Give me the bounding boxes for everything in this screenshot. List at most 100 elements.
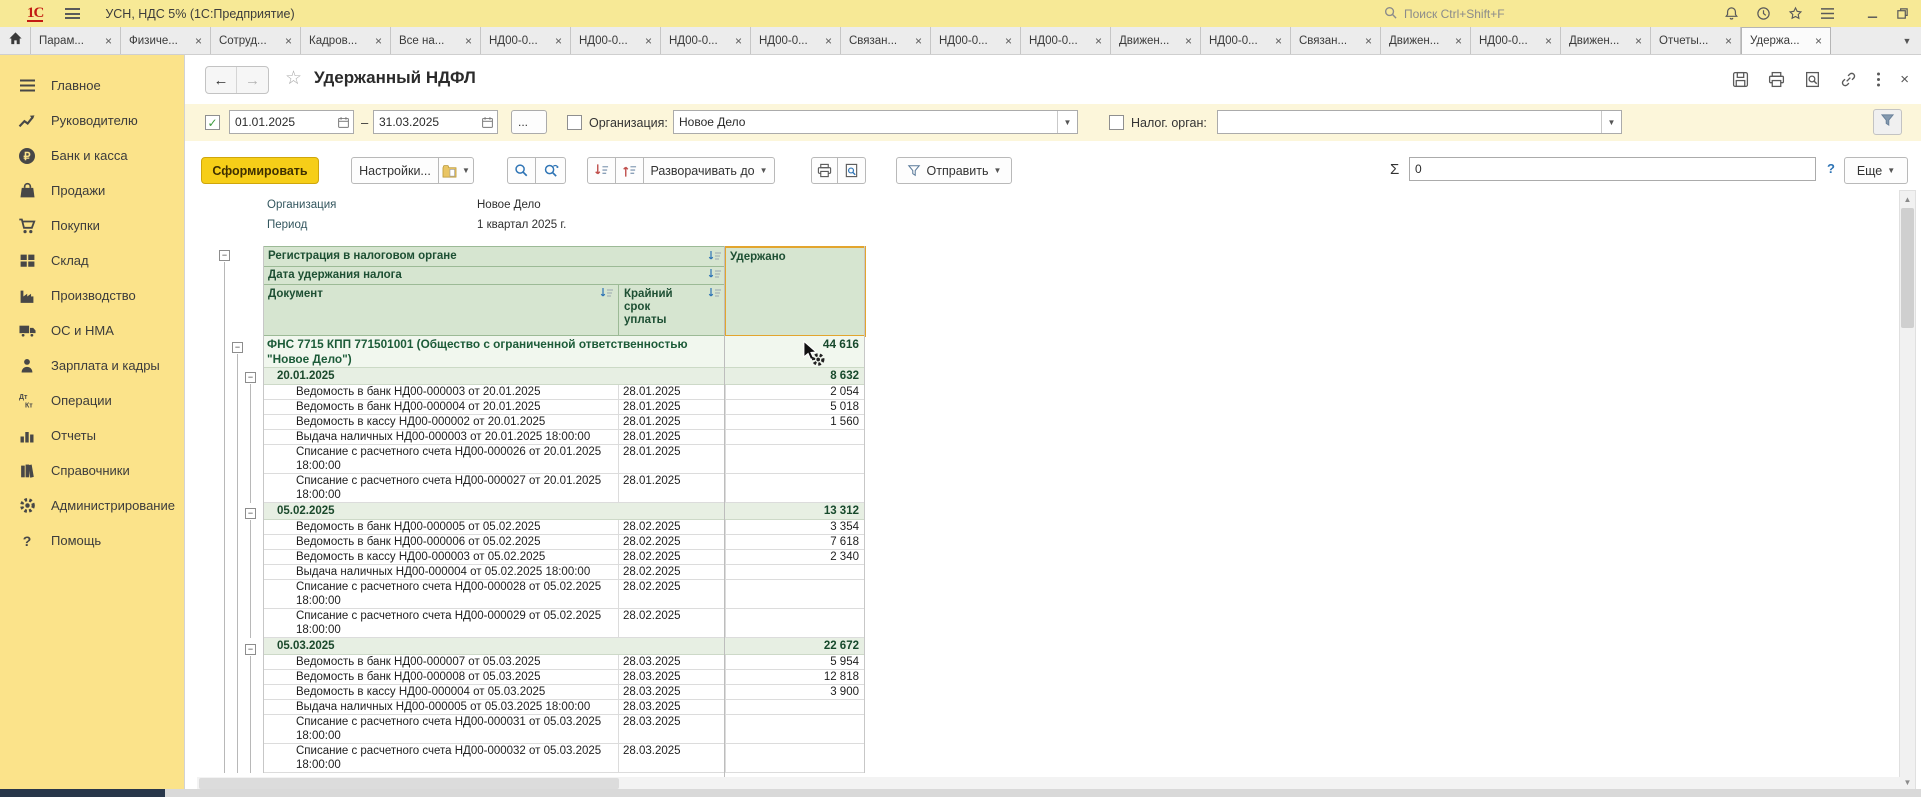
report-document-row[interactable]: Списание с расчетного счета НД00-000026 … [263,445,865,474]
tab-19[interactable]: Отчеты...× [1651,27,1741,54]
sidebar-item-ruble[interactable]: ₽Банк и касса [0,138,184,173]
report-document-row[interactable]: Выдача наличных НД00-000005 от 05.03.202… [263,700,865,715]
report-fns-group-row[interactable]: ФНС 7715 КПП 771501001 (Общество с огран… [263,336,865,368]
tab-4[interactable]: Кадров...× [301,27,391,54]
calendar-icon[interactable] [333,111,353,133]
tab-close-icon[interactable]: × [1005,34,1012,48]
tab-17[interactable]: НД00-0...× [1471,27,1561,54]
autosum-icon[interactable]: Σ [1390,161,1399,178]
tab-close-icon[interactable]: × [1455,34,1462,48]
tab-2[interactable]: Физиче...× [121,27,211,54]
home-tab[interactable] [0,27,31,54]
period-variants-button[interactable]: ... [511,110,547,134]
report-document-row[interactable]: Списание с расчетного счета НД00-000029 … [263,609,865,638]
preview-icon[interactable] [1804,71,1821,88]
scrollbar-thumb[interactable] [199,778,619,789]
sidebar-item-menu[interactable]: Главное [0,68,184,103]
tab-10[interactable]: Связан...× [841,27,931,54]
report-document-row[interactable]: Ведомость в банк НД00-000003 от 20.01.20… [263,385,865,400]
sidebar-item-factory[interactable]: Производство [0,278,184,313]
tab-close-icon[interactable]: × [1185,34,1192,48]
report-document-row[interactable]: Выдача наличных НД00-000004 от 05.02.202… [263,565,865,580]
tab-15[interactable]: Связан...× [1291,27,1381,54]
tab-6[interactable]: НД00-0...× [481,27,571,54]
tab-close-icon[interactable]: × [1545,34,1552,48]
tab-close-icon[interactable]: × [555,34,562,48]
sort-icon[interactable] [708,250,722,262]
tab-7[interactable]: НД00-0...× [571,27,661,54]
find-next-button[interactable] [535,157,566,184]
minimize-icon[interactable] [1866,7,1879,20]
report-document-row[interactable]: Списание с расчетного счета НД00-000027 … [263,474,865,503]
scrollbar-thumb[interactable] [1901,208,1914,328]
sidebar-item-warehouse[interactable]: Склад [0,243,184,278]
tab-close-icon[interactable]: × [825,34,832,48]
tab-5[interactable]: Все на...× [391,27,481,54]
sort-icon[interactable] [600,287,614,299]
sidebar-item-cart[interactable]: Покупки [0,208,184,243]
calendar-icon[interactable] [477,111,497,133]
expand-groups-button[interactable] [615,157,644,184]
back-button[interactable]: ← [206,67,237,93]
report-document-row[interactable]: Ведомость в кассу НД00-000003 от 05.02.2… [263,550,865,565]
print-icon[interactable] [1768,71,1785,88]
help-button[interactable]: ? [1827,161,1835,176]
report-document-row[interactable]: Списание с расчетного счета НД00-000028 … [263,580,865,609]
tab-close-icon[interactable]: × [285,34,292,48]
collapse-date-group-button[interactable]: − [245,372,256,383]
tab-close-icon[interactable]: × [105,34,112,48]
report-variants-button[interactable]: ▼ [438,157,474,184]
tab-close-icon[interactable]: × [465,34,472,48]
more-actions-icon[interactable] [1876,71,1881,88]
close-form-icon[interactable]: × [1900,72,1909,87]
collapse-groups-button[interactable] [587,157,616,184]
tab-9[interactable]: НД00-0...× [751,27,841,54]
tab-12[interactable]: НД00-0...× [1021,27,1111,54]
vertical-scrollbar[interactable]: ▲ ▼ [1899,190,1916,791]
report-date-group-row[interactable]: 20.01.20258 632 [263,368,865,385]
sort-icon[interactable] [708,268,722,280]
col-registration[interactable]: Регистрация в налоговом органе [268,250,457,263]
link-icon[interactable] [1840,71,1857,88]
save-icon[interactable] [1732,71,1749,88]
chevron-down-icon[interactable]: ▼ [1601,111,1621,133]
sidebar-item-truck[interactable]: ОС и НМА [0,313,184,348]
period-checkbox[interactable]: ✓ [205,115,220,130]
sidebar-item-trend[interactable]: Руководителю [0,103,184,138]
col-withhold-date[interactable]: Дата удержания налога [268,269,402,282]
print-preview-button[interactable] [837,157,866,184]
sidebar-item-help[interactable]: ?Помощь [0,523,184,558]
settings-button[interactable]: Настройки... [351,157,439,184]
scroll-up-icon[interactable]: ▲ [1900,191,1915,207]
report-document-row[interactable]: Ведомость в банк НД00-000008 от 05.03.20… [263,670,865,685]
scroll-down-icon[interactable]: ▼ [1900,774,1915,790]
tab-close-icon[interactable]: × [1635,34,1642,48]
tabs-overflow-button[interactable]: ▼ [1893,27,1921,54]
col-withheld-selected-cell[interactable]: Удержано [724,246,866,337]
sidebar-item-chart[interactable]: Отчеты [0,418,184,453]
tab-close-icon[interactable]: × [1815,34,1822,48]
organization-input[interactable] [674,115,1057,129]
report-document-row[interactable]: Списание с расчетного счета НД00-000031 … [263,715,865,744]
tab-8[interactable]: НД00-0...× [661,27,751,54]
tab-close-icon[interactable]: × [735,34,742,48]
tab-close-icon[interactable]: × [645,34,652,48]
report-document-row[interactable]: Выдача наличных НД00-000003 от 20.01.202… [263,430,865,445]
report-document-row[interactable]: Ведомость в кассу НД00-000002 от 20.01.2… [263,415,865,430]
expand-to-button[interactable]: Разворачивать до ▼ [643,157,775,184]
tax-authority-input[interactable] [1218,115,1601,129]
tab-close-icon[interactable]: × [1725,34,1732,48]
organization-checkbox[interactable] [567,115,582,130]
collapse-date-group-button[interactable]: − [245,644,256,655]
sidebar-item-person[interactable]: Зарплата и кадры [0,348,184,383]
sidebar-item-gear[interactable]: Администрирование [0,488,184,523]
tab-11[interactable]: НД00-0...× [931,27,1021,54]
report-document-row[interactable]: Ведомость в банк НД00-000007 от 05.03.20… [263,655,865,670]
tab-close-icon[interactable]: × [195,34,202,48]
tab-close-icon[interactable]: × [375,34,382,48]
col-deadline[interactable]: Крайний срок уплаты [624,288,694,327]
filter-settings-button[interactable] [1873,109,1902,135]
sort-icon[interactable] [708,287,722,299]
more-button[interactable]: Еще ▼ [1844,157,1908,184]
main-menu-icon[interactable] [65,8,80,19]
